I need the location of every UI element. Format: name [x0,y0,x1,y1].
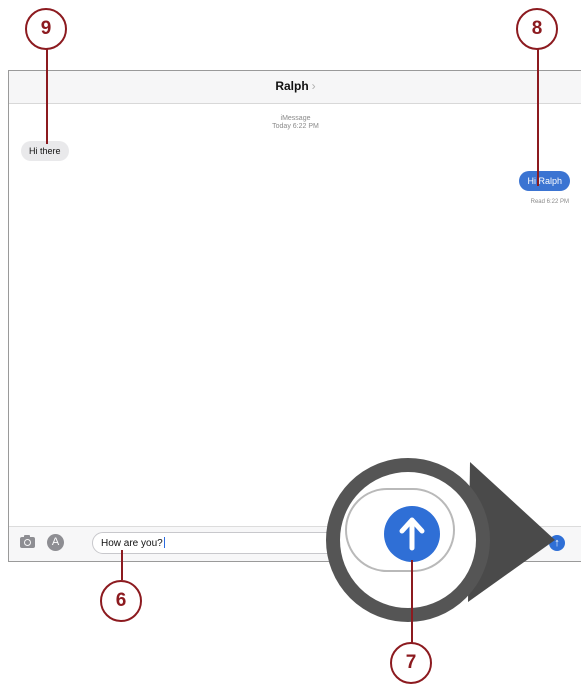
callout-8-leader [537,46,539,186]
callout-6: 6 [100,580,142,622]
callout-7: 7 [390,642,432,684]
send-arrow-icon [399,517,425,551]
callout-8: 8 [516,8,558,50]
callout-9-leader [46,46,48,144]
magnifier-overlay [326,458,555,622]
callout-7-leader [411,560,413,644]
callout-9: 9 [25,8,67,50]
magnified-send-button[interactable] [384,506,440,562]
callout-6-leader [121,550,123,580]
